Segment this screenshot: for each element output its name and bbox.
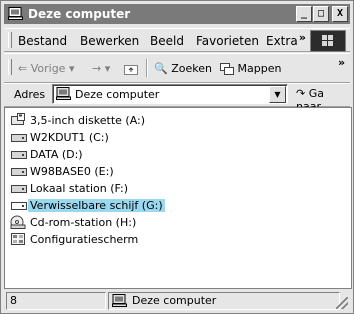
address-input[interactable]: Deze computer ▼: [52, 84, 288, 104]
close-button[interactable]: X: [332, 6, 348, 22]
dropdown-icon: ▾: [68, 62, 75, 75]
item-label: Configuratiescherm: [30, 232, 139, 246]
floppy-icon: [11, 113, 25, 125]
item-label: DATA (D:): [30, 147, 83, 161]
address-dropdown-button[interactable]: ▼: [269, 86, 286, 103]
item-label: 3,5-inch diskette (A:): [30, 113, 146, 127]
back-label: Vorige: [30, 62, 66, 75]
search-icon: 🔍: [154, 62, 168, 75]
forward-button[interactable]: → ▾: [92, 62, 110, 75]
go-arrow-icon: ↷: [296, 87, 306, 100]
list-item[interactable]: W2KDUT1 (C:): [10, 129, 111, 145]
search-button[interactable]: 🔍 Zoeken: [154, 62, 212, 75]
item-label: Verwisselbare schijf (G:): [28, 198, 165, 212]
title-bar[interactable]: Deze computer _ □ X: [4, 4, 350, 24]
cdrom-icon: [10, 215, 26, 229]
dropdown-icon: ▾: [104, 62, 111, 75]
menu-bewerken[interactable]: Bewerken: [80, 34, 139, 48]
item-label: Cd-rom-station (H:): [30, 215, 137, 229]
hard-drive-icon: [10, 147, 27, 161]
standard-toolbar: ⇐ Vorige ▾ → ▾ 🔍 Zoeken Mappen »: [4, 53, 350, 83]
item-label: W2KDUT1 (C:): [30, 130, 109, 144]
menu-bestand[interactable]: Bestand: [18, 34, 67, 48]
list-item[interactable]: Cd-rom-station (H:): [10, 214, 138, 230]
back-button[interactable]: ⇐ Vorige ▾: [18, 62, 74, 75]
computer-icon: [8, 7, 23, 20]
list-item[interactable]: 3,5-inch diskette (A:): [10, 112, 147, 128]
back-arrow-icon: ⇐: [18, 62, 28, 75]
removable-drive-icon: [10, 198, 27, 212]
window-title: Deze computer: [28, 7, 131, 21]
windows-logo-icon: [310, 30, 346, 52]
toolbar-chevron-icon[interactable]: »: [338, 56, 345, 69]
toolbar-grip[interactable]: [8, 59, 12, 75]
maximize-button[interactable]: □: [313, 6, 329, 22]
control-panel-icon: [11, 233, 25, 245]
menu-beeld[interactable]: Beeld: [150, 34, 184, 48]
folders-label: Mappen: [237, 62, 282, 75]
menu-extra[interactable]: Extra: [266, 34, 298, 48]
address-value: Deze computer: [75, 88, 160, 101]
status-item-count: 8: [10, 294, 17, 307]
search-label: Zoeken: [171, 62, 212, 75]
hard-drive-icon: [10, 130, 27, 144]
list-item[interactable]: DATA (D:): [10, 146, 85, 162]
computer-icon: [56, 87, 71, 100]
menu-chevron-icon[interactable]: »: [299, 31, 306, 44]
folders-icon: [220, 63, 234, 75]
folders-button[interactable]: Mappen: [220, 62, 281, 75]
list-item[interactable]: Lokaal station (F:): [10, 180, 130, 196]
forward-arrow-icon: →: [92, 62, 102, 75]
item-label: W98BASE0 (E:): [30, 164, 114, 178]
address-bar: Adres Deze computer ▼ ↷ Ga naar: [4, 83, 350, 113]
address-label: Adres: [14, 88, 46, 101]
list-item[interactable]: Configuratiescherm: [10, 231, 140, 247]
toolbar-grip[interactable]: [8, 32, 12, 48]
computer-icon: [112, 294, 127, 307]
status-cell-count: [6, 292, 106, 310]
minimize-button[interactable]: _: [296, 6, 312, 22]
list-item-selected[interactable]: Verwisselbare schijf (G:): [10, 197, 165, 213]
file-list[interactable]: 3,5-inch diskette (A:) W2KDUT1 (C:) DATA…: [4, 107, 352, 289]
toolbar-separator: [146, 59, 148, 77]
resize-grip-icon[interactable]: [336, 297, 348, 309]
menu-bar: Bestand Bewerken Beeld Favorieten Extra …: [4, 28, 350, 52]
status-location: Deze computer: [132, 294, 217, 307]
status-bar: 8 Deze computer: [4, 291, 350, 311]
hard-drive-icon: [10, 164, 27, 178]
item-label: Lokaal station (F:): [30, 181, 128, 195]
menu-favorieten[interactable]: Favorieten: [196, 34, 259, 48]
up-folder-button[interactable]: [124, 62, 138, 75]
list-item[interactable]: W98BASE0 (E:): [10, 163, 116, 179]
up-folder-icon: [124, 65, 138, 75]
hard-drive-icon: [10, 181, 27, 195]
explorer-window: Deze computer _ □ X Bestand Bewerken Bee…: [0, 0, 354, 314]
